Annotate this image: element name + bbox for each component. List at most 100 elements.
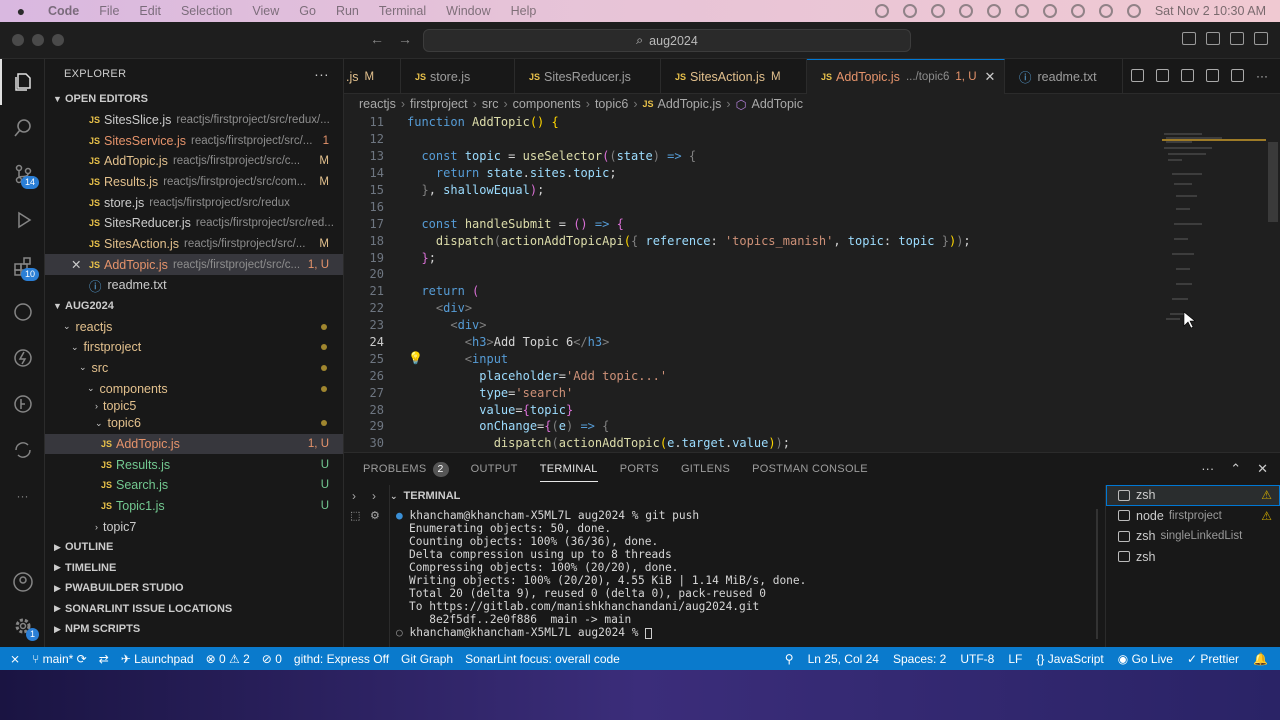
tab-sitesreducer[interactable]: JS SitesReducer.js bbox=[515, 59, 661, 94]
split-editor-icon[interactable] bbox=[1231, 69, 1244, 82]
terminal-scrollbar[interactable] bbox=[1096, 509, 1098, 639]
indentation[interactable]: Spaces: 2 bbox=[893, 652, 946, 666]
zoom-window-button[interactable] bbox=[52, 34, 64, 46]
menu-selection[interactable]: Selection bbox=[181, 4, 232, 18]
tab-postman-console[interactable]: POSTMAN CONSOLE bbox=[752, 453, 868, 485]
open-editor-item[interactable]: ✕ JS AddTopic.js reactjs/firstproject/src/c… bbox=[45, 254, 343, 275]
menu-app-code[interactable]: Code bbox=[48, 4, 79, 18]
compare-changes-icon[interactable] bbox=[1156, 69, 1169, 82]
tree-folder-topic7[interactable]: › topic7 bbox=[45, 516, 343, 537]
command-center-search[interactable]: ⌕ aug2024 bbox=[423, 29, 911, 52]
section-sonarlint[interactable]: ▶ SONARLINT ISSUE LOCATIONS bbox=[45, 599, 343, 620]
open-editor-item[interactable]: JS SitesReducer.js reactjs/firstproject/sr… bbox=[45, 213, 343, 234]
menu-edit[interactable]: Edit bbox=[139, 4, 161, 18]
tree-folder-firstproject[interactable]: ⌄ firstproject bbox=[45, 337, 343, 358]
minimize-window-button[interactable] bbox=[32, 34, 44, 46]
ports-status[interactable]: ⊘ 0 bbox=[262, 652, 282, 666]
gitlens-icon[interactable] bbox=[0, 381, 45, 427]
sonarlint-status[interactable]: SonarLint focus: overall code bbox=[465, 652, 620, 666]
section-open-editors[interactable]: ▼ OPEN EDITORS bbox=[45, 89, 343, 110]
menu-run[interactable]: Run bbox=[336, 4, 359, 18]
control-center-icon[interactable] bbox=[1126, 4, 1141, 18]
menu-clock[interactable]: Sat Nov 2 10:30 AM bbox=[1155, 4, 1266, 18]
tree-file-search[interactable]: JS Search.js U bbox=[45, 475, 343, 496]
status-menu-icon[interactable] bbox=[930, 4, 945, 18]
section-pwabuilder[interactable]: ▶ PWABUILDER STUDIO bbox=[45, 578, 343, 599]
remote-explorer-icon[interactable] bbox=[0, 335, 45, 381]
git-graph-icon[interactable] bbox=[1206, 69, 1219, 82]
section-timeline[interactable]: ▶ TIMELINE bbox=[45, 558, 343, 579]
tree-file-topic1[interactable]: JS Topic1.js U bbox=[45, 496, 343, 517]
tab-truncated[interactable]: .js M bbox=[344, 59, 401, 94]
tab-problems[interactable]: PROBLEMS 2 bbox=[363, 453, 449, 485]
status-menu-icon[interactable] bbox=[986, 4, 1001, 18]
status-menu-icon[interactable] bbox=[902, 4, 917, 18]
toggle-secondary-sidebar-icon[interactable] bbox=[1230, 32, 1244, 45]
open-editor-item[interactable]: JS store.js reactjs/firstproject/src/redux bbox=[45, 192, 343, 213]
tree-folder-components[interactable]: ⌄ components bbox=[45, 378, 343, 399]
battery-icon[interactable] bbox=[1042, 4, 1057, 18]
menu-file[interactable]: File bbox=[99, 4, 119, 18]
select-icon[interactable]: ⬚ bbox=[350, 509, 360, 522]
close-window-button[interactable] bbox=[12, 34, 24, 46]
run-debug-icon[interactable] bbox=[0, 197, 45, 243]
section-outline[interactable]: ▶ OUTLINE bbox=[45, 537, 343, 558]
maximize-panel-icon[interactable]: ⌃ bbox=[1230, 461, 1241, 477]
open-editor-item[interactable]: JS SitesSlice.js reactjs/firstproject/src/… bbox=[45, 110, 343, 131]
breadcrumb-item[interactable]: components bbox=[513, 97, 581, 111]
close-panel-icon[interactable]: ✕ bbox=[1257, 461, 1268, 477]
explorer-icon[interactable] bbox=[0, 59, 45, 105]
open-editor-item[interactable]: JS AddTopic.js reactjs/firstproject/src/c.… bbox=[45, 151, 343, 172]
tree-file-results[interactable]: JS Results.js U bbox=[45, 454, 343, 475]
tab-terminal[interactable]: TERMINAL bbox=[539, 453, 598, 485]
more-actions-icon[interactable]: ··· bbox=[1256, 69, 1268, 83]
menu-window[interactable]: Window bbox=[446, 4, 490, 18]
more-actions-icon[interactable]: ··· bbox=[314, 66, 329, 82]
breadcrumb-item[interactable]: src bbox=[482, 97, 499, 111]
go-live-button[interactable]: ◉ Go Live bbox=[1118, 652, 1173, 666]
minimap[interactable] bbox=[1162, 114, 1266, 452]
location-icon[interactable]: ⚲ bbox=[785, 652, 794, 666]
cursor-position[interactable]: Ln 25, Col 24 bbox=[808, 652, 879, 666]
breadcrumb-item[interactable]: topic6 bbox=[595, 97, 628, 111]
customize-layout-icon[interactable] bbox=[1254, 32, 1268, 45]
open-editor-item[interactable]: JS SitesAction.js reactjs/firstproject/src… bbox=[45, 234, 343, 255]
git-compare-icon[interactable]: ⇄ bbox=[99, 652, 109, 666]
open-editor-item[interactable]: ⓘ readme.txt bbox=[45, 275, 343, 296]
section-workspace[interactable]: ▼ AUG2024 bbox=[45, 296, 343, 317]
code-editor[interactable]: 11 function AddTopic() { 12 13 const topi… bbox=[344, 114, 1164, 452]
lightbulb-icon[interactable]: 💡 bbox=[408, 351, 423, 365]
menu-go[interactable]: Go bbox=[299, 4, 316, 18]
debug-icon[interactable]: ⚙ bbox=[370, 509, 380, 522]
tab-output[interactable]: OUTPUT bbox=[471, 453, 518, 485]
testing-icon[interactable] bbox=[0, 289, 45, 335]
section-npm-scripts[interactable]: ▶ NPM SCRIPTS bbox=[45, 619, 343, 640]
close-editor-icon[interactable]: ✕ bbox=[71, 257, 81, 272]
settings-gear-icon[interactable]: 1 bbox=[0, 603, 45, 649]
tab-readme[interactable]: ⓘ readme.txt bbox=[1005, 59, 1123, 94]
tree-folder-topic6[interactable]: ⌄ topic6 bbox=[45, 413, 343, 434]
menu-view[interactable]: View bbox=[252, 4, 279, 18]
chevron-right-icon[interactable]: › bbox=[352, 489, 356, 503]
git-graph-status[interactable]: Git Graph bbox=[401, 652, 453, 666]
tree-file-addtopic[interactable]: JS AddTopic.js 1, U bbox=[45, 433, 343, 455]
tree-folder-reactjs[interactable]: ⌄ reactjs bbox=[45, 316, 343, 337]
back-arrow-icon[interactable]: ← bbox=[370, 31, 384, 47]
encoding[interactable]: UTF-8 bbox=[960, 652, 994, 666]
launchpad-status[interactable]: ✈ Launchpad bbox=[121, 652, 194, 666]
open-editor-item[interactable]: JS Results.js reactjs/firstproject/src/com… bbox=[45, 172, 343, 193]
terminal-item[interactable]: zsh ⚠ bbox=[1106, 485, 1280, 506]
menu-terminal[interactable]: Terminal bbox=[379, 4, 426, 18]
notifications-icon[interactable]: 🔔 bbox=[1253, 652, 1268, 666]
menu-help[interactable]: Help bbox=[511, 4, 537, 18]
wifi-icon[interactable] bbox=[1070, 4, 1085, 18]
tab-sitesaction[interactable]: JS SitesAction.js M bbox=[661, 59, 807, 94]
source-control-icon[interactable]: 14 bbox=[0, 151, 45, 197]
breadcrumb-item[interactable]: AddTopic.js bbox=[657, 97, 721, 111]
status-menu-icon[interactable] bbox=[958, 4, 973, 18]
close-tab-icon[interactable]: ✕ bbox=[985, 69, 996, 85]
branch-status[interactable]: ⑂ main* ⟳ bbox=[32, 652, 87, 666]
tab-ports[interactable]: PORTS bbox=[620, 453, 659, 485]
extensions-icon[interactable]: 10 bbox=[0, 243, 45, 289]
language-mode[interactable]: {} JavaScript bbox=[1036, 652, 1103, 666]
